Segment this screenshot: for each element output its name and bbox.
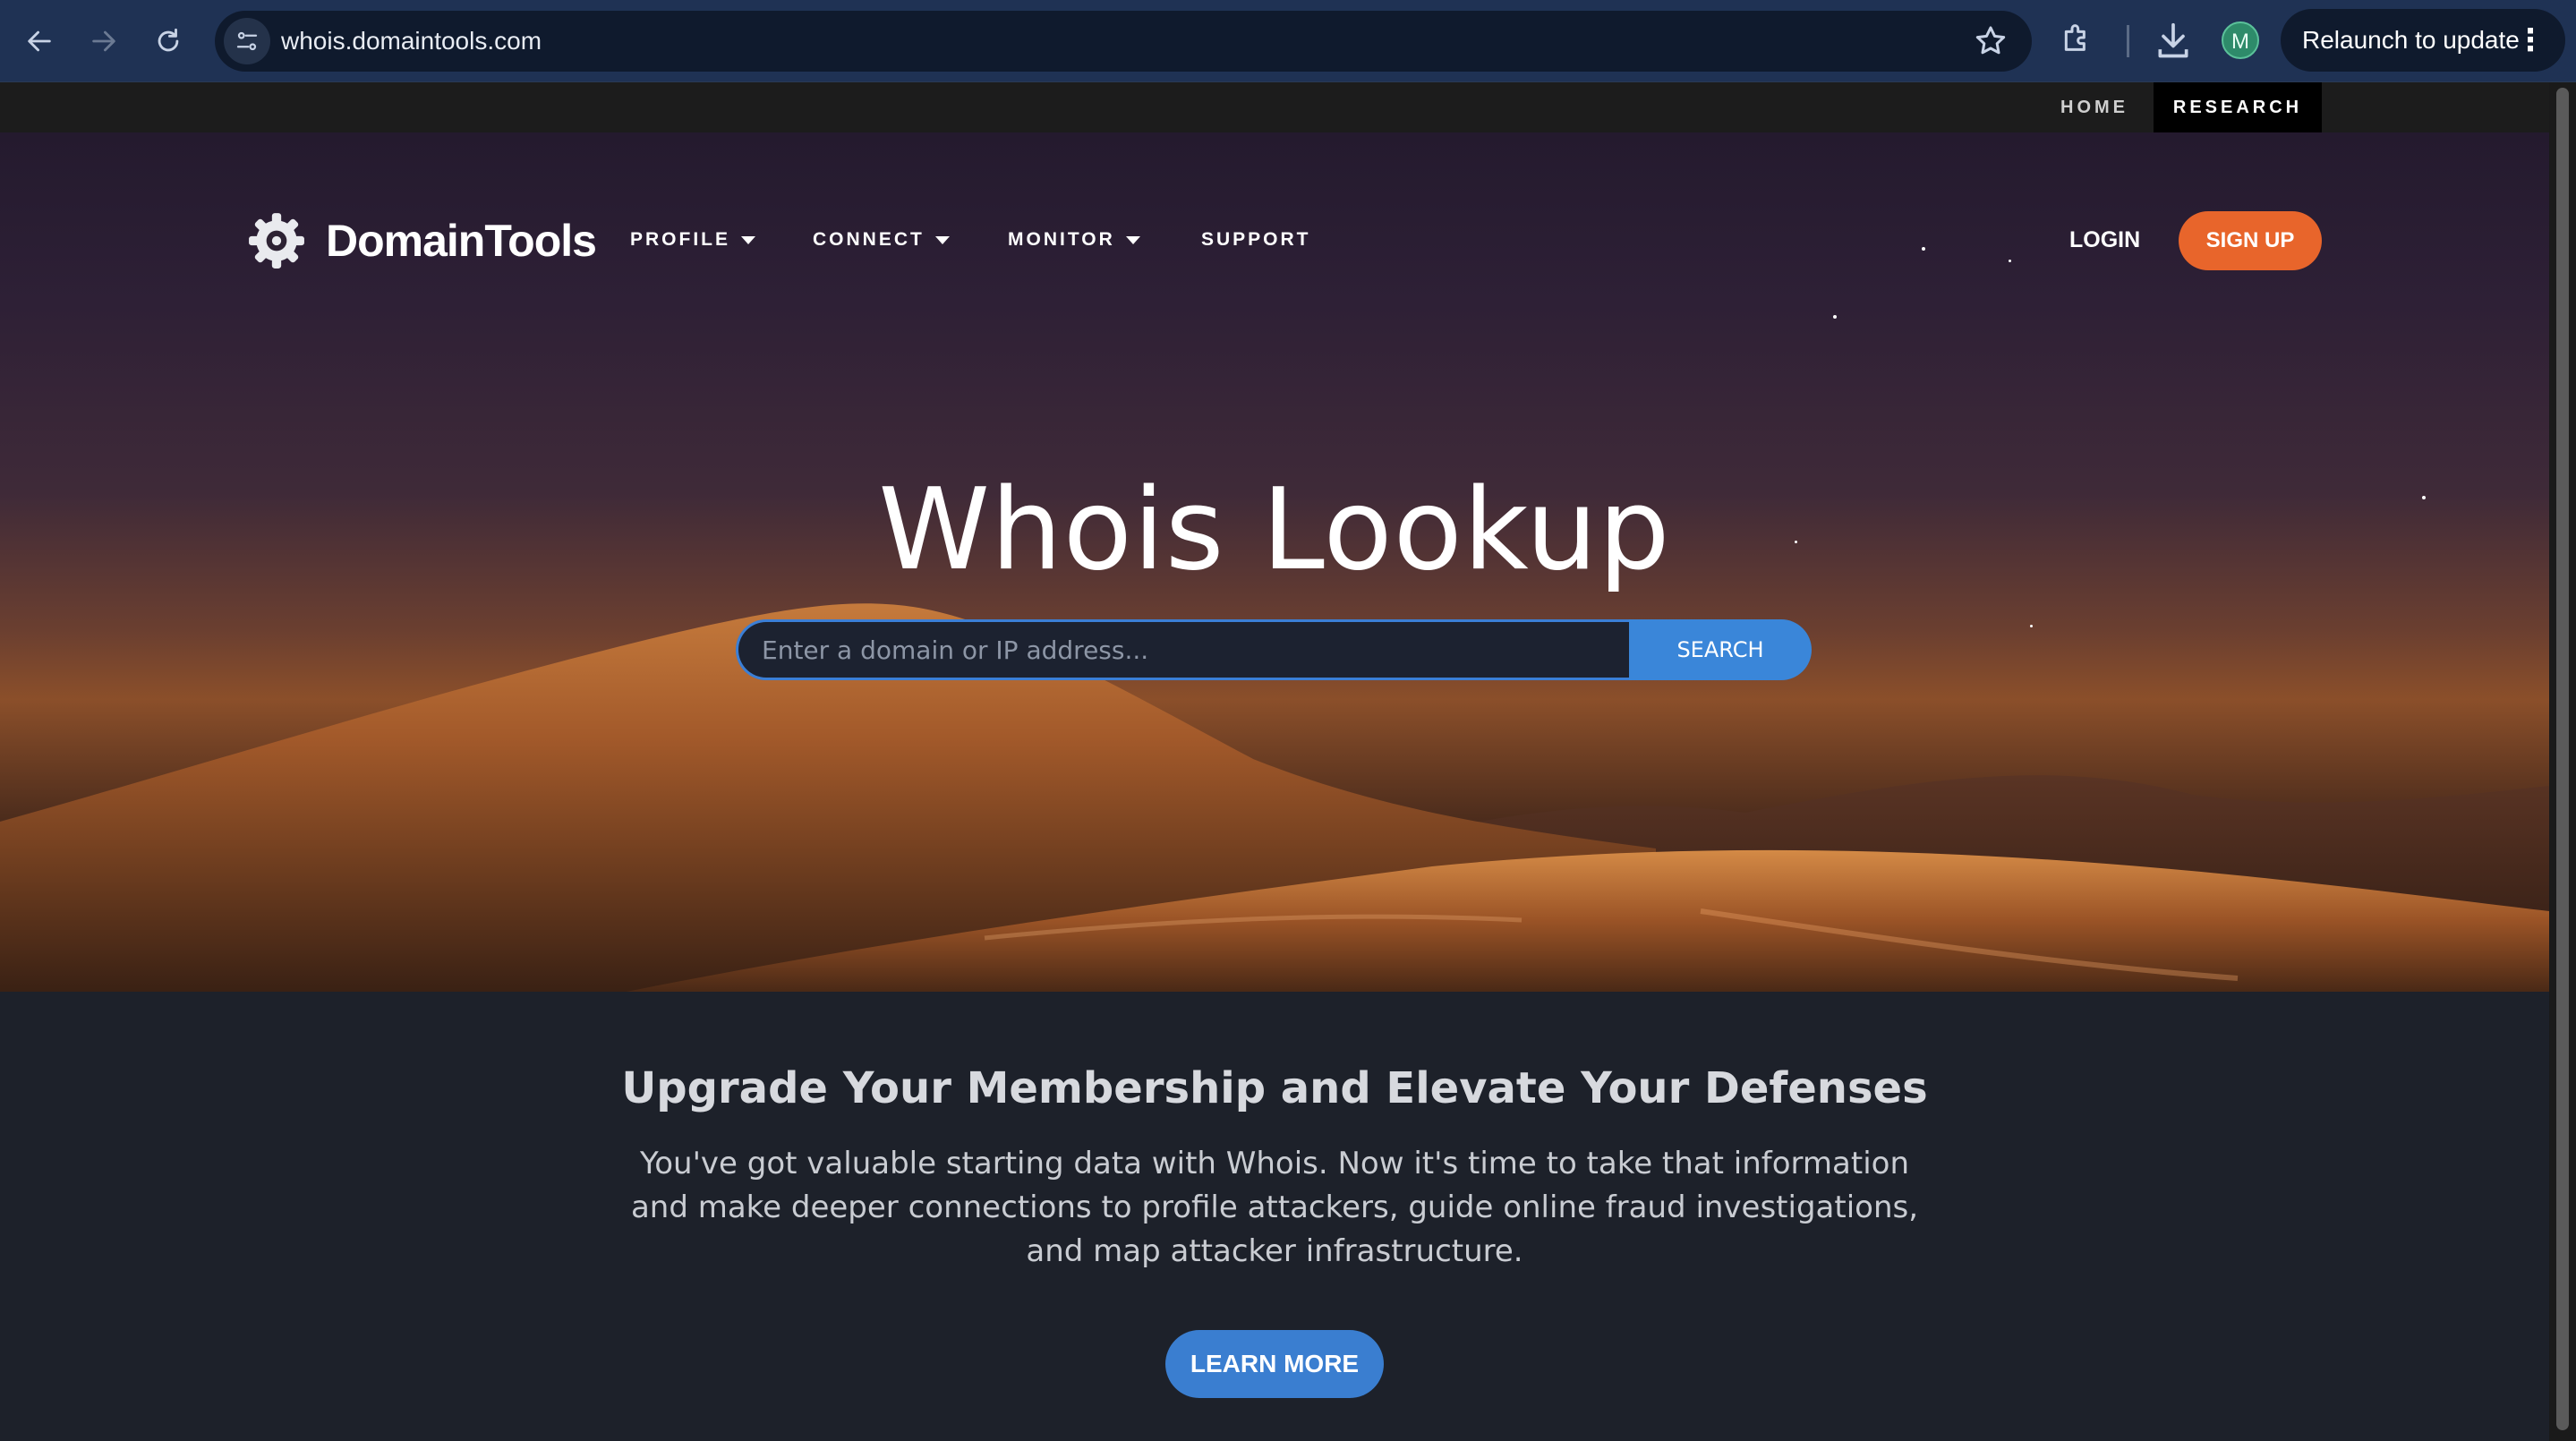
relaunch-label: Relaunch to update — [2302, 26, 2520, 54]
more-vert-icon[interactable]: ⋮ — [2515, 9, 2546, 72]
url-text[interactable]: whois.domaintools.com — [281, 11, 542, 72]
back-button[interactable] — [14, 16, 64, 66]
signup-button[interactable]: SIGN UP — [2179, 211, 2322, 270]
domaintools-logo-text[interactable]: DomainTools — [326, 215, 597, 267]
hero-section: DomainTools PROFILE CONNECT MONITOR SUPP… — [0, 132, 2549, 992]
nav-connect-label: CONNECT — [813, 229, 925, 250]
toolbar-divider — [2127, 25, 2129, 57]
promo-body: You've got valuable starting data with W… — [630, 1146, 1919, 1269]
top-utility-bar: HOME RESEARCH — [0, 82, 2549, 132]
caret-down-icon — [934, 235, 950, 244]
page-title: Whois Lookup — [878, 464, 1671, 595]
bookmark-button[interactable] — [1973, 23, 2009, 59]
star-decoration — [1922, 247, 1925, 251]
star-decoration — [2009, 260, 2011, 262]
nav-profile[interactable]: PROFILE — [630, 222, 756, 258]
star-decoration — [2030, 625, 2033, 627]
web-page: HOME RESEARCH DomainTools PROFILE CONNEC… — [0, 82, 2549, 1441]
promo-title: Upgrade Your Membership and Elevate Your… — [621, 1063, 1928, 1113]
extensions-icon — [2064, 24, 2086, 51]
domaintools-logo-icon[interactable] — [247, 211, 306, 270]
browser-toolbar: whois.domaintools.com M Relaunch to upda… — [0, 0, 2576, 82]
star-decoration — [1833, 315, 1837, 319]
scrollbar-thumb[interactable] — [2556, 88, 2569, 1430]
address-bar[interactable]: whois.domaintools.com — [215, 11, 2032, 72]
back-icon — [28, 30, 51, 52]
nav-connect[interactable]: CONNECT — [813, 222, 950, 258]
downloads-button[interactable] — [2154, 20, 2196, 64]
nav-monitor-label: MONITOR — [1008, 229, 1115, 250]
topbar-home-link[interactable]: HOME — [2032, 82, 2157, 132]
search-button[interactable]: SEARCH — [1629, 619, 1812, 680]
nav-profile-label: PROFILE — [630, 229, 731, 250]
extensions-button[interactable] — [2059, 20, 2102, 63]
reload-button[interactable] — [143, 16, 193, 66]
profile-avatar[interactable]: M — [2222, 21, 2259, 59]
whois-search-form: SEARCH — [736, 619, 1812, 680]
nav-monitor[interactable]: MONITOR — [1008, 222, 1140, 258]
upgrade-promo-section: Upgrade Your Membership and Elevate Your… — [0, 992, 2549, 1441]
learn-more-button[interactable]: LEARN MORE — [1165, 1330, 1384, 1398]
login-link[interactable]: LOGIN — [2069, 222, 2140, 258]
domain-search-input[interactable] — [736, 619, 1631, 680]
logo-wordmark: DomainTools — [326, 216, 597, 266]
caret-down-icon — [741, 235, 756, 244]
relaunch-button[interactable]: Relaunch to update ⋮ — [2281, 9, 2565, 72]
page-scrollbar[interactable] — [2549, 82, 2576, 1441]
forward-button[interactable] — [79, 16, 129, 66]
site-info-icon — [236, 31, 258, 51]
caret-down-icon — [1125, 235, 1140, 244]
nav-support[interactable]: SUPPORT — [1201, 222, 1311, 258]
forward-icon — [92, 30, 115, 52]
site-info-button[interactable] — [224, 18, 270, 64]
download-icon — [2158, 22, 2188, 58]
nav-support-label: SUPPORT — [1201, 229, 1311, 250]
topbar-research-link[interactable]: RESEARCH — [2154, 82, 2322, 132]
bookmark-star-icon — [1975, 26, 2006, 55]
reload-icon — [158, 28, 179, 52]
